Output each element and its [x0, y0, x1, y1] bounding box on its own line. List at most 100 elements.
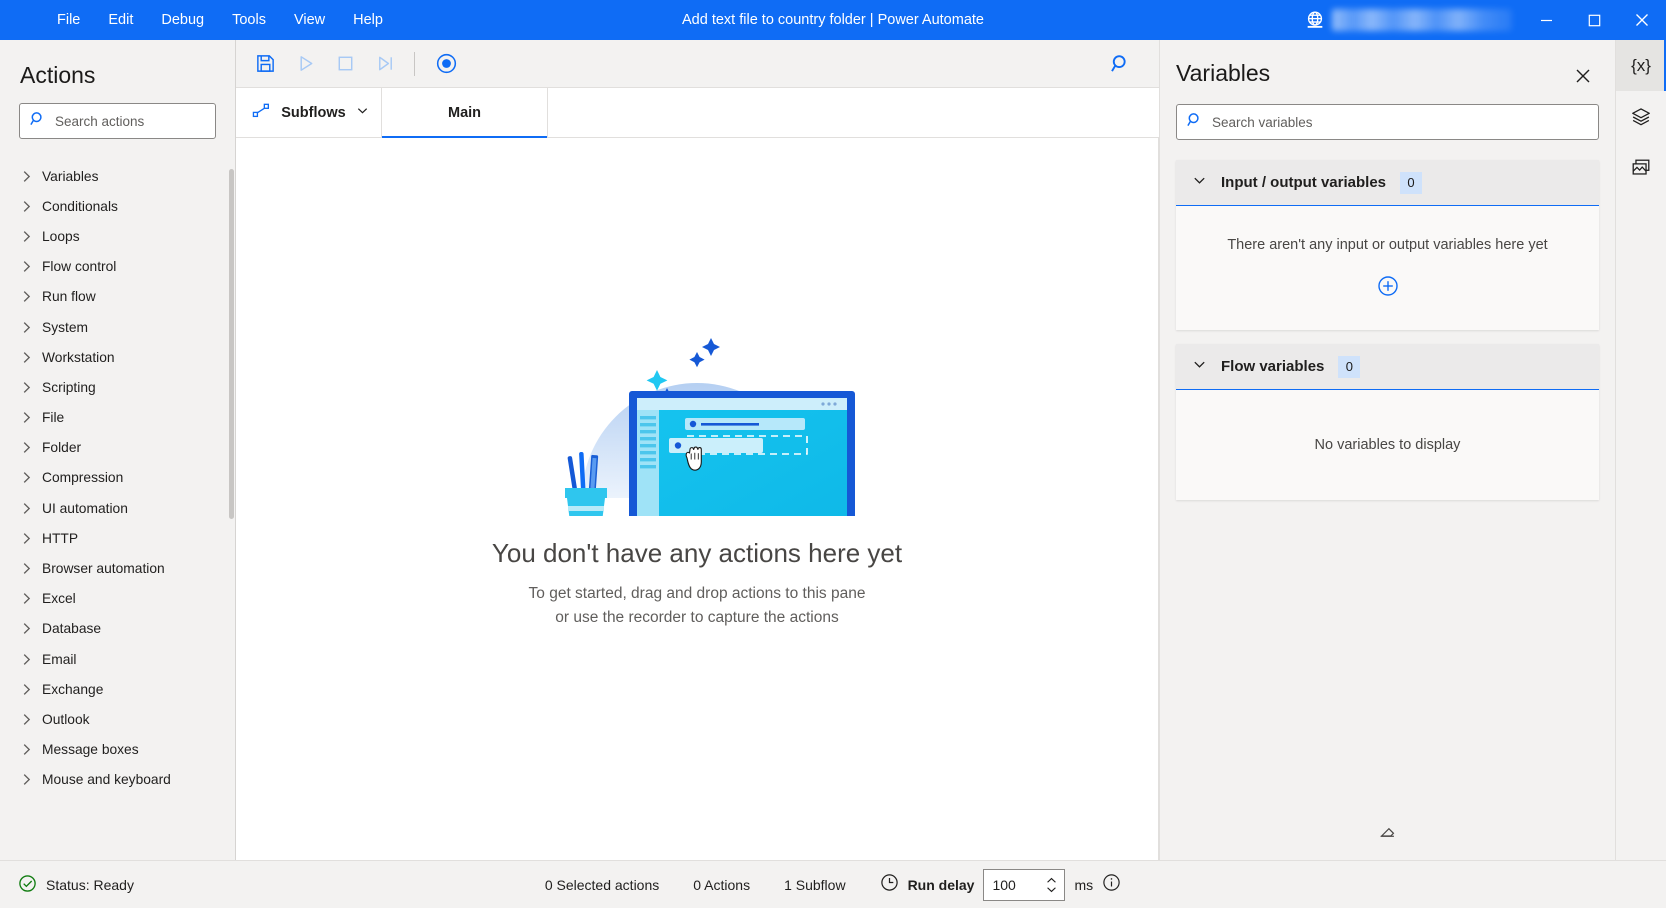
actions-tree-item-label: Run flow: [42, 289, 96, 304]
close-button[interactable]: [1618, 0, 1666, 40]
actions-tree-item[interactable]: Email: [0, 644, 235, 674]
drag-drop-laptop-illustration: [507, 266, 887, 516]
variables-rail-icon[interactable]: {x}: [1616, 40, 1666, 91]
variables-pane: Variables Search variables: [1159, 40, 1615, 860]
actions-tree-item[interactable]: Mouse and keyboard: [0, 765, 235, 795]
chevron-right-icon: [22, 471, 32, 484]
variables-pane-footer: [1160, 821, 1615, 860]
actions-tree-item[interactable]: Loops: [0, 221, 235, 251]
plus-circle-icon[interactable]: [1375, 273, 1401, 299]
actions-tree-item[interactable]: Variables: [0, 161, 235, 191]
actions-tree-item-label: HTTP: [42, 531, 78, 546]
search-variables-input[interactable]: Search variables: [1176, 104, 1599, 140]
minimize-button[interactable]: [1522, 0, 1570, 40]
actions-tree-item-label: Workstation: [42, 350, 115, 365]
tabs-filler: [548, 88, 1159, 137]
chevron-down-icon[interactable]: [356, 104, 369, 121]
input-output-variables-count: 0: [1400, 172, 1422, 194]
actions-tree-item[interactable]: Outlook: [0, 704, 235, 734]
chevron-right-icon: [22, 532, 32, 545]
menu-item-tools[interactable]: Tools: [219, 6, 279, 35]
actions-tree-item[interactable]: Scripting: [0, 372, 235, 402]
stepper-up-icon: [1046, 877, 1057, 884]
input-output-variables-group: Input / output variables 0 There aren't …: [1176, 160, 1599, 330]
actions-tree-item[interactable]: Browser automation: [0, 553, 235, 583]
chevron-right-icon: [22, 713, 32, 726]
input-output-variables-empty-text: There aren't any input or output variabl…: [1227, 237, 1547, 253]
actions-tree-item-label: Database: [42, 621, 101, 636]
actions-tree-item[interactable]: Excel: [0, 584, 235, 614]
flow-canvas[interactable]: You don't have any actions here yet To g…: [236, 138, 1159, 860]
save-button[interactable]: [246, 47, 284, 81]
ui-elements-rail-icon[interactable]: [1616, 91, 1666, 142]
actions-tree-item-label: File: [42, 410, 64, 425]
input-output-variables-header[interactable]: Input / output variables 0: [1176, 160, 1599, 206]
run-delay-stepper[interactable]: [1046, 870, 1057, 900]
actions-tree-item[interactable]: Database: [0, 614, 235, 644]
images-rail-icon[interactable]: [1616, 142, 1666, 193]
actions-tree-item[interactable]: Run flow: [0, 282, 235, 312]
variables-pane-header: Variables: [1160, 40, 1615, 104]
actions-tree-item[interactable]: HTTP: [0, 523, 235, 553]
actions-tree-item[interactable]: UI automation: [0, 493, 235, 523]
stop-button[interactable]: [326, 47, 364, 81]
search-actions-placeholder: Search actions: [55, 114, 144, 129]
actions-tree-item[interactable]: Flow control: [0, 252, 235, 282]
actions-tree-item[interactable]: Exchange: [0, 674, 235, 704]
variables-rail-glyph: {x}: [1631, 56, 1651, 76]
chevron-right-icon: [22, 170, 32, 183]
actions-tree-item-label: Email: [42, 652, 77, 667]
clock-icon: [880, 873, 899, 897]
actions-tree-item[interactable]: System: [0, 312, 235, 342]
menu-item-file[interactable]: File: [44, 6, 93, 35]
actions-tree-item-label: Folder: [42, 440, 81, 455]
chevron-right-icon: [22, 773, 32, 786]
tab-subflows[interactable]: Subflows: [236, 88, 382, 137]
flow-search-button[interactable]: [1097, 44, 1145, 84]
chevron-down-icon[interactable]: [1192, 357, 1207, 377]
account-name-redacted[interactable]: [1332, 9, 1512, 31]
chevron-right-icon: [22, 622, 32, 635]
search-variables-placeholder: Search variables: [1212, 115, 1313, 130]
chevron-right-icon: [22, 411, 32, 424]
selected-actions-count: 0 Selected actions: [545, 877, 659, 893]
search-icon: [30, 111, 46, 132]
close-icon[interactable]: [1567, 60, 1599, 92]
menu-item-debug[interactable]: Debug: [148, 6, 217, 35]
actions-tree-item-label: Exchange: [42, 682, 103, 697]
actions-tree-item-label: Message boxes: [42, 742, 139, 757]
actions-tree-item-label: Outlook: [42, 712, 90, 727]
search-actions-input[interactable]: Search actions: [19, 103, 216, 139]
variables-pane-title: Variables: [1176, 60, 1567, 87]
menu-item-edit[interactable]: Edit: [95, 6, 146, 35]
actions-scrollbar[interactable]: [229, 157, 235, 860]
run-delay-input[interactable]: 100: [983, 869, 1065, 901]
actions-scrollbar-thumb[interactable]: [229, 169, 234, 519]
info-icon[interactable]: [1102, 873, 1121, 897]
tab-main[interactable]: Main: [382, 88, 548, 137]
menu-item-help[interactable]: Help: [340, 6, 396, 35]
status-bar: Status: Ready 0 Selected actions 0 Actio…: [0, 860, 1666, 908]
maximize-button[interactable]: [1570, 0, 1618, 40]
chevron-right-icon: [22, 290, 32, 303]
menu-item-view[interactable]: View: [281, 6, 338, 35]
eraser-icon[interactable]: [1378, 821, 1398, 846]
chevron-right-icon: [22, 260, 32, 273]
status-bar-center: 0 Selected actions 0 Actions 1 Subflow R…: [0, 869, 1666, 901]
actions-tree-item[interactable]: Folder: [0, 433, 235, 463]
recorder-button[interactable]: [427, 47, 465, 81]
center-area: Subflows Main: [236, 40, 1159, 860]
actions-tree-item[interactable]: Conditionals: [0, 191, 235, 221]
globe-icon[interactable]: [1294, 0, 1332, 40]
run-next-action-button[interactable]: [366, 47, 404, 81]
actions-tree-item[interactable]: Workstation: [0, 342, 235, 372]
flow-variables-header[interactable]: Flow variables 0: [1176, 344, 1599, 390]
actions-tree-item[interactable]: Compression: [0, 463, 235, 493]
chevron-down-icon[interactable]: [1192, 173, 1207, 193]
chevron-right-icon: [22, 743, 32, 756]
chevron-right-icon: [22, 502, 32, 515]
actions-tree-item[interactable]: Message boxes: [0, 735, 235, 765]
run-button[interactable]: [286, 47, 324, 81]
actions-tree-item[interactable]: File: [0, 403, 235, 433]
empty-state-title: You don't have any actions here yet: [492, 538, 902, 569]
